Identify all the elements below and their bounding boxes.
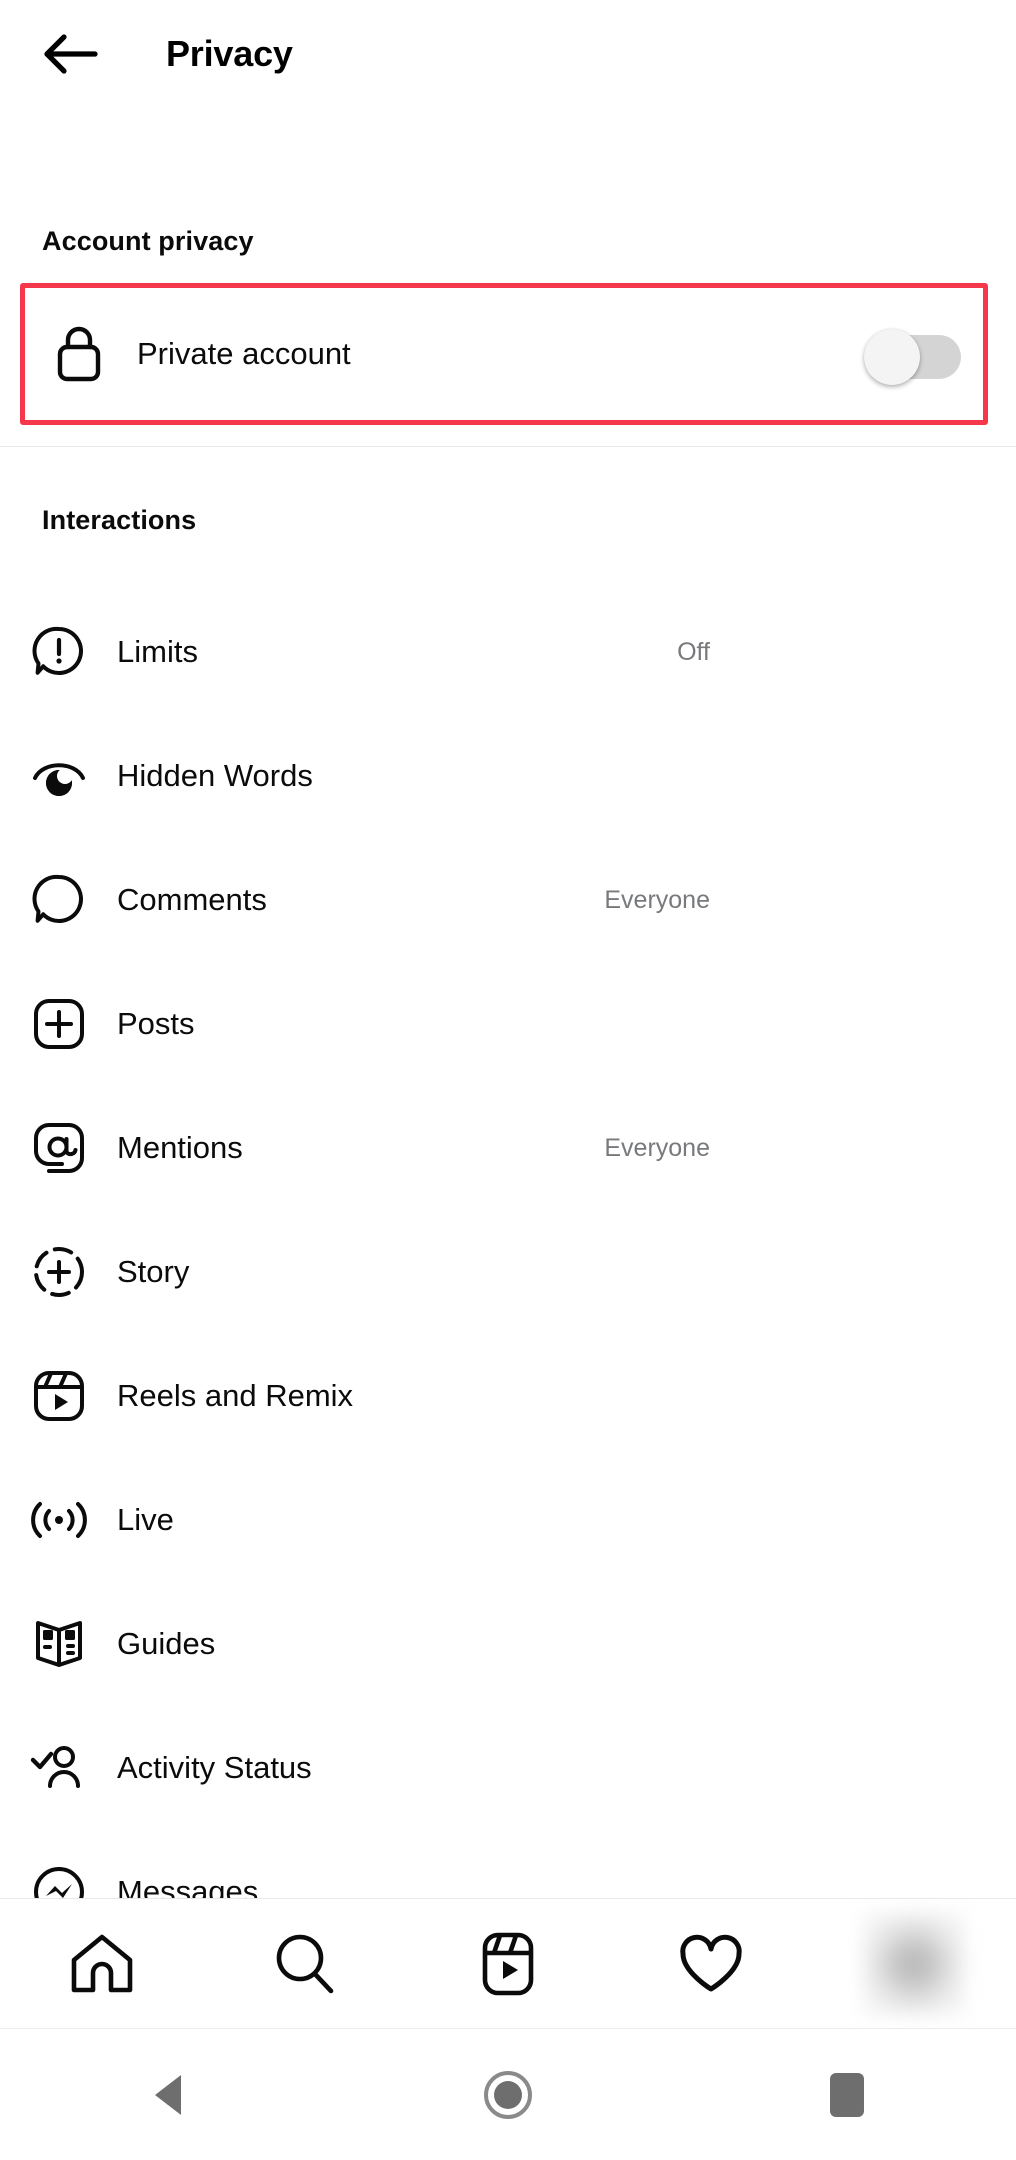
live-broadcast-icon bbox=[20, 1498, 98, 1542]
private-account-toggle[interactable] bbox=[864, 329, 961, 385]
list-item-value: Off bbox=[677, 637, 710, 666]
hidden-words-icon bbox=[20, 754, 98, 798]
android-recents-button[interactable] bbox=[677, 2029, 1016, 2160]
activity-status-icon bbox=[20, 1744, 98, 1792]
list-item-label: Live bbox=[117, 1502, 174, 1537]
tab-profile[interactable] bbox=[813, 1899, 1016, 2029]
posts-plus-icon bbox=[20, 997, 98, 1051]
list-item-value: Everyone bbox=[604, 885, 710, 914]
mentions-at-icon bbox=[20, 1121, 98, 1175]
list-item-label: Limits bbox=[117, 634, 198, 669]
android-nav-bar bbox=[0, 2028, 1016, 2160]
section-heading-interactions: Interactions bbox=[42, 505, 197, 535]
guides-book-icon bbox=[20, 1619, 98, 1669]
comment-bubble-icon bbox=[20, 873, 98, 927]
list-item-activity-status[interactable]: Activity Status bbox=[0, 1706, 1016, 1830]
reels-icon bbox=[20, 1369, 98, 1423]
list-item-live[interactable]: Live bbox=[0, 1458, 1016, 1582]
list-item-label: Story bbox=[117, 1254, 190, 1289]
tab-activity[interactable] bbox=[610, 1899, 813, 2029]
home-icon bbox=[71, 1934, 132, 1992]
android-recents-icon bbox=[829, 2072, 864, 2117]
private-account-label: Private account bbox=[137, 336, 351, 371]
list-item-label: Activity Status bbox=[117, 1750, 312, 1785]
section-heading-account-privacy: Account privacy bbox=[42, 226, 254, 256]
privacy-settings-screen: Privacy Account privacy Private account … bbox=[0, 0, 1016, 2160]
section-divider bbox=[0, 446, 1016, 447]
list-item-label: Reels and Remix bbox=[117, 1378, 354, 1413]
search-icon bbox=[276, 1934, 334, 1993]
list-item-label: Hidden Words bbox=[117, 758, 313, 793]
list-item-value: Everyone bbox=[604, 1133, 710, 1162]
tab-home[interactable] bbox=[0, 1899, 203, 2029]
list-item-label: Mentions bbox=[117, 1130, 243, 1165]
toggle-knob bbox=[864, 329, 920, 385]
interactions-list: Limits Off Hidden Words Comments Everyon… bbox=[0, 590, 1016, 1954]
avatar bbox=[863, 1912, 966, 2015]
android-back-button[interactable] bbox=[0, 2029, 339, 2160]
list-item-posts[interactable]: Posts bbox=[0, 962, 1016, 1086]
tab-search[interactable] bbox=[203, 1899, 406, 2029]
android-home-icon bbox=[484, 2070, 532, 2119]
story-plus-icon bbox=[20, 1245, 98, 1299]
list-item-label: Posts bbox=[117, 1006, 195, 1041]
list-item-mentions[interactable]: Mentions Everyone bbox=[0, 1086, 1016, 1210]
list-item-reels-and-remix[interactable]: Reels and Remix bbox=[0, 1334, 1016, 1458]
list-item-label: Comments bbox=[117, 882, 267, 917]
limits-icon bbox=[20, 625, 98, 679]
reels-icon bbox=[482, 1932, 534, 1995]
list-item-comments[interactable]: Comments Everyone bbox=[0, 838, 1016, 962]
android-back-icon bbox=[155, 2074, 182, 2115]
app-header: Privacy bbox=[0, 0, 1016, 108]
lock-icon bbox=[40, 326, 118, 382]
list-item-story[interactable]: Story bbox=[0, 1210, 1016, 1334]
tab-reels[interactable] bbox=[406, 1899, 609, 2029]
private-account-row[interactable]: Private account bbox=[20, 283, 988, 425]
arrow-left-icon bbox=[44, 34, 98, 74]
page-title: Privacy bbox=[166, 33, 293, 74]
list-item-guides[interactable]: Guides bbox=[0, 1582, 1016, 1706]
list-item-label: Guides bbox=[117, 1626, 216, 1661]
back-button[interactable] bbox=[22, 6, 118, 102]
heart-icon bbox=[680, 1934, 742, 1991]
android-home-button[interactable] bbox=[339, 2029, 678, 2160]
list-item-limits[interactable]: Limits Off bbox=[0, 590, 1016, 714]
list-item-hidden-words[interactable]: Hidden Words bbox=[0, 714, 1016, 838]
bottom-tab-bar bbox=[0, 1898, 1016, 2028]
